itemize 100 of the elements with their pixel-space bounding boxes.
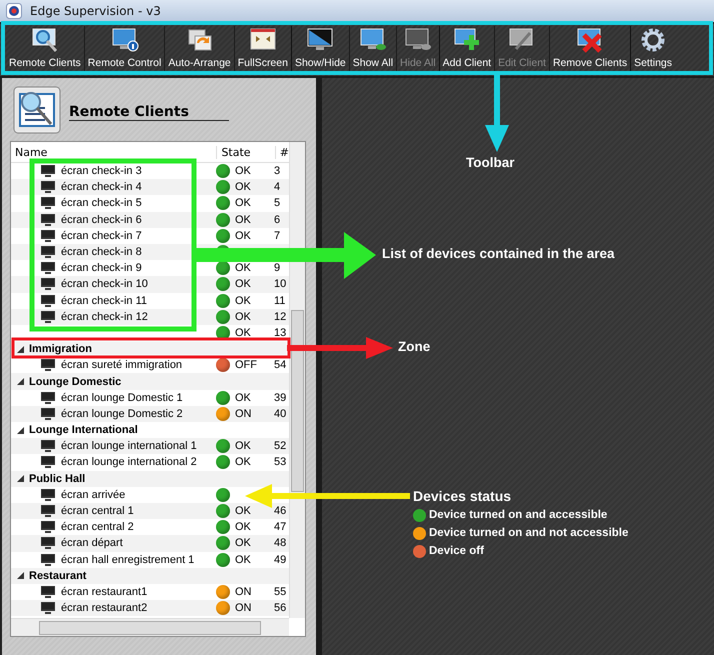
device-number: 53 (274, 456, 286, 468)
device-name[interactable]: écran check-in 10 (61, 278, 148, 290)
state-text: ON (235, 602, 252, 614)
device-name[interactable]: écran restaurant2 (61, 602, 148, 614)
toolbar-button[interactable]: Remove Clients (550, 26, 630, 74)
state-text: OK (235, 310, 251, 323)
device-number: 11 (274, 294, 286, 307)
legend-label: Device turned on and accessible (429, 509, 608, 521)
device-name[interactable]: écran check-in 12 (61, 310, 148, 323)
zone-label[interactable]: Restaurant (29, 570, 86, 582)
monitor-icon (41, 537, 55, 550)
device-number: 6 (274, 214, 280, 226)
toolbar-button[interactable]: FullScreen (234, 26, 291, 74)
device-name[interactable]: écran arrivée (61, 488, 126, 501)
monitor-plus-icon (452, 27, 481, 53)
monitor-icon (41, 262, 55, 274)
monitor-icon (41, 505, 55, 518)
device-number: 5 (274, 197, 280, 210)
search-list-icon[interactable] (13, 86, 61, 134)
window-title: Edge Supervision - v3 (30, 4, 161, 18)
device-name[interactable]: écran hall enregistrement 1 (61, 554, 194, 566)
monitor-icon (41, 197, 55, 210)
monitor-icon (41, 456, 55, 468)
monitor-cross-icon (576, 27, 604, 53)
monitor-icon (41, 586, 55, 598)
collapse-arrow-icon[interactable] (17, 572, 24, 580)
legend-label: Device off (429, 545, 484, 557)
device-name[interactable]: écran check-in 7 (61, 230, 142, 242)
monitor-info-icon (110, 27, 139, 53)
toolbar-button[interactable]: Auto-Arrange (165, 26, 235, 74)
device-number: 13 (274, 326, 286, 339)
state-text: OK (235, 456, 251, 468)
state-text: OK (235, 505, 251, 518)
monitor-icon (41, 310, 55, 323)
zone-label[interactable]: Public Hall (29, 472, 86, 485)
device-number: 54 (274, 359, 286, 372)
device-name[interactable]: écran check-in 5 (61, 197, 142, 210)
monitor-icon (41, 359, 55, 372)
device-name[interactable]: écran départ (61, 537, 123, 550)
device-number: 7 (274, 230, 280, 242)
state-text: ON (235, 586, 252, 598)
monitor-icon (306, 27, 334, 53)
monitor-icon (358, 27, 387, 53)
device-name[interactable]: écran check-in 6 (61, 214, 142, 226)
toolbar-button[interactable]: Show All (350, 26, 398, 74)
device-number: 9 (274, 262, 280, 274)
state-text: OK (235, 165, 251, 178)
device-name[interactable]: écran check-in 11 (61, 294, 148, 307)
monitor-icon (41, 521, 55, 534)
device-number: 39 (274, 392, 286, 404)
column-header[interactable]: Name (11, 146, 216, 158)
state-text: OK (235, 262, 251, 274)
column-header[interactable]: State (216, 146, 275, 158)
state-text: OK (235, 554, 251, 566)
callout-label: List of devices contained in the area (382, 246, 615, 261)
zone-label[interactable]: Immigration (29, 343, 92, 356)
device-number: 52 (274, 440, 286, 452)
app-logo-icon (6, 3, 22, 19)
monitor-icon (41, 214, 55, 226)
device-number: 46 (274, 505, 286, 518)
callout-label: Zone (398, 339, 430, 354)
device-number: 47 (274, 521, 286, 534)
state-text: OK (235, 278, 251, 290)
monitor-icon (404, 27, 432, 53)
collapse-arrow-icon[interactable] (17, 475, 24, 482)
collapse-arrow-icon[interactable] (17, 426, 24, 434)
device-name[interactable]: écran lounge international 1 (61, 440, 197, 452)
toolbar-button[interactable]: Settings (631, 26, 676, 74)
monitor-icon (41, 246, 55, 258)
magnifier-monitor-icon (30, 27, 59, 53)
toolbar-button[interactable]: Remote Control (84, 26, 166, 74)
device-name[interactable]: écran lounge Domestic 1 (61, 392, 183, 404)
vertical-scrollbar[interactable] (289, 142, 305, 618)
collapse-arrow-icon[interactable] (17, 346, 24, 353)
toolbar-button[interactable]: Remote Clients (6, 26, 85, 74)
state-text: ON (235, 408, 252, 420)
device-number: 56 (274, 602, 286, 614)
collapse-arrow-icon[interactable] (17, 378, 24, 386)
device-name[interactable]: écran check-in 9 (61, 262, 142, 274)
device-name[interactable]: écran sureté immigration (61, 359, 182, 372)
toolbar-button[interactable]: Add Client (440, 26, 496, 74)
arrange-windows-icon (186, 27, 214, 53)
device-name[interactable]: écran lounge Domestic 2 (61, 408, 183, 420)
device-name[interactable]: écran central 2 (61, 521, 134, 534)
device-name[interactable]: écran check-in 3 (61, 165, 142, 178)
zone-label[interactable]: Lounge International (29, 424, 138, 436)
state-text: OK (235, 537, 251, 550)
device-name[interactable]: écran check-in 4 (61, 181, 142, 194)
state-text: OK (235, 214, 251, 226)
device-name[interactable]: écran restaurant1 (61, 586, 148, 598)
device-number: 48 (274, 537, 286, 550)
device-number: 10 (274, 278, 286, 290)
device-name[interactable]: écran lounge international 2 (61, 456, 197, 468)
legend-label: Device turned on and not accessible (429, 527, 628, 539)
state-text: OK (235, 392, 251, 404)
settings-icon (639, 27, 668, 53)
monitor-icon (41, 181, 55, 194)
horizontal-scrollbar[interactable] (11, 618, 289, 636)
device-name[interactable]: écran central 1 (61, 505, 134, 518)
toolbar-button[interactable]: Show/Hide (292, 26, 350, 74)
